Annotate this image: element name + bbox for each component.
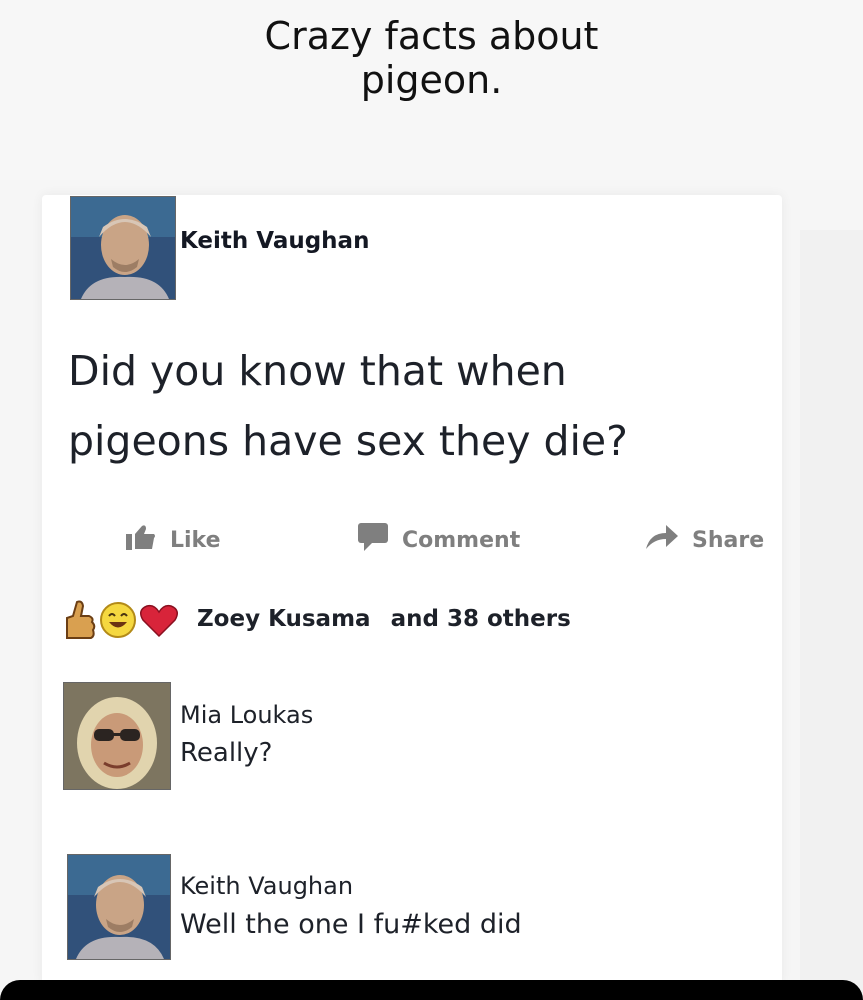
post-body: Did you know that when pigeons have sex … [68,336,768,476]
share-arrow-icon [646,525,678,555]
comment-1-text: Really? [180,738,273,768]
screen-edge [0,980,863,1000]
comment-2-author[interactable]: Keith Vaughan [180,872,353,900]
post-text-line-1: Did you know that when [68,347,567,395]
side-strip [800,230,863,1000]
commenter-avatar-keith[interactable] [67,854,171,960]
author-avatar[interactable] [70,196,176,300]
title-line-1: Crazy facts about [264,14,599,58]
reaction-others: and 38 others [390,606,571,632]
title-line-2: pigeon. [360,58,503,102]
comment-2-text: Well the one I fu#ked did [180,909,522,940]
post-text-line-2: pigeons have sex they die? [68,417,628,465]
share-button[interactable]: Share [646,523,764,557]
reaction-icons[interactable] [63,600,179,644]
like-button[interactable]: Like [126,523,221,557]
thumbs-up-icon [126,524,156,556]
love-reaction-icon [139,602,179,643]
reaction-names: Zoey Kusama [197,606,371,632]
comment-icon [358,523,388,557]
like-reaction-icon [63,600,97,645]
page-title: Crazy facts about pigeon. [0,14,863,102]
comment-label: Comment [402,527,521,553]
commenter-avatar-mia[interactable] [63,682,171,790]
like-label: Like [170,527,221,553]
haha-reaction-icon [99,601,137,644]
comment-button[interactable]: Comment [358,523,520,557]
comment-1-author[interactable]: Mia Loukas [180,701,313,729]
reaction-summary[interactable]: Zoey Kusama and 38 others [197,606,571,632]
share-label: Share [692,527,765,553]
post-author-name[interactable]: Keith Vaughan [180,228,369,254]
